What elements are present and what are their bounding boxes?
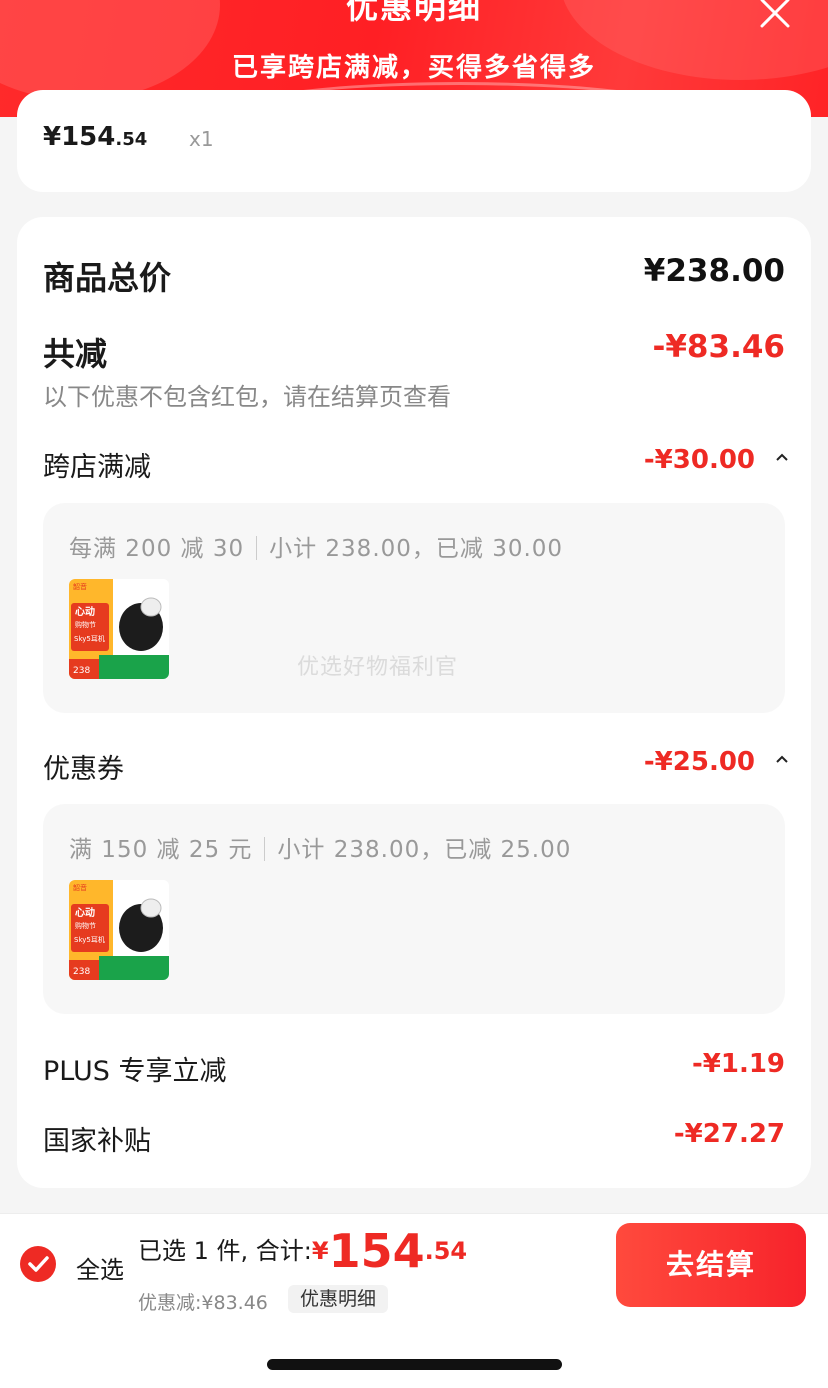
saved-amount: 优惠减:¥83.46: [138, 1292, 268, 1314]
selected-count-text: 已选 1 件, 合计:: [138, 1237, 312, 1265]
watermark-text: 优选好物福利官: [297, 655, 459, 680]
product-thumbnail[interactable]: 韶音 心动 购物节 Sky5耳机 238: [69, 880, 169, 980]
thumb-subtitle: 购物节: [75, 921, 96, 930]
discount-detail-button[interactable]: 优惠明细: [288, 1285, 389, 1313]
chevron-up-icon[interactable]: [775, 449, 789, 463]
national-subsidy-row: 国家补贴 -¥27.27: [43, 1119, 785, 1157]
item-price: ¥154.54: [43, 122, 148, 152]
total-price-value: ¥238.00: [643, 253, 785, 289]
cross-store-discount-row[interactable]: 跨店满减 -¥30.00: [43, 445, 788, 483]
product-thumbnail[interactable]: 韶音 心动 购物节 Sky5耳机 238: [69, 579, 169, 679]
discount-summary-card: 商品总价 ¥238.00 共减 -¥83.46 以下优惠不包含红包，请在结算页查…: [17, 217, 811, 1188]
home-area: [0, 1313, 828, 1388]
total-decimal: .54: [424, 1237, 468, 1265]
thumb-price: 238: [73, 967, 90, 977]
total-reduction-value: -¥83.46: [652, 329, 786, 365]
discount-rule: 满 150 减 25 元小计 238.00，已减 25.00: [69, 837, 572, 863]
thumb-brand: 韶音: [73, 883, 87, 892]
section-value: -¥25.00: [643, 747, 755, 777]
total-price-row: 商品总价 ¥238.00: [43, 253, 785, 297]
extra-label: PLUS 专享立减: [43, 1056, 227, 1087]
select-all-label[interactable]: 全选: [76, 1250, 124, 1285]
thumb-title: 心动: [75, 605, 95, 618]
panel-subtitle: 已享跨店满减，买得多省得多: [231, 53, 596, 83]
discount-rule: 每满 200 减 30 小计 238.00，已减 30.00: [69, 536, 564, 562]
currency-symbol: ¥: [311, 1237, 329, 1265]
order-total: 已选 1 件, 合计:¥154.54: [138, 1224, 467, 1278]
total-reduction-label: 共减: [43, 335, 108, 373]
thumb-brand: 韶音: [73, 582, 87, 591]
cart-item-card: ¥154.54 x1: [17, 90, 811, 192]
extra-value: -¥27.27: [673, 1119, 785, 1149]
extra-label: 国家补贴: [43, 1126, 151, 1157]
total-price-label: 商品总价: [43, 259, 172, 297]
coupon-detail-box: 满 150 减 25 元小计 238.00，已减 25.00 韶音 心动 购物节…: [43, 804, 785, 1014]
coupon-discount-row[interactable]: 优惠券 -¥25.00: [43, 747, 788, 785]
home-indicator[interactable]: [267, 1359, 562, 1370]
section-label: 优惠券: [43, 754, 124, 785]
thumb-product: Sky5耳机: [74, 935, 105, 944]
select-all-checkbox[interactable]: [20, 1246, 56, 1282]
close-icon[interactable]: [754, 0, 794, 34]
plus-discount-row: PLUS 专享立减 -¥1.19: [43, 1049, 785, 1087]
red-packet-note: 以下优惠不包含红包，请在结算页查看: [43, 383, 451, 411]
checkout-button[interactable]: 去结算: [616, 1223, 806, 1307]
section-value: -¥30.00: [643, 445, 755, 475]
section-label: 跨店满减: [43, 452, 151, 483]
thumb-subtitle: 购物节: [75, 620, 96, 629]
thumb-title: 心动: [75, 906, 95, 919]
thumb-price: 238: [73, 666, 90, 676]
checkout-bar: 全选 已选 1 件, 合计:¥154.54 优惠减:¥83.46 优惠明细 去结…: [0, 1213, 828, 1314]
chevron-up-icon[interactable]: [775, 751, 789, 765]
panel-title: 优惠明细: [345, 0, 482, 26]
extra-value: -¥1.19: [691, 1049, 785, 1079]
item-quantity: x1: [189, 127, 214, 151]
total-integer: 154: [328, 1224, 425, 1278]
cross-store-detail-box: 每满 200 减 30 小计 238.00，已减 30.00 韶音 心动 购物节 …: [43, 503, 785, 713]
total-reduction-row: 共减 -¥83.46: [43, 329, 786, 373]
thumb-product: Sky5耳机: [74, 634, 105, 643]
